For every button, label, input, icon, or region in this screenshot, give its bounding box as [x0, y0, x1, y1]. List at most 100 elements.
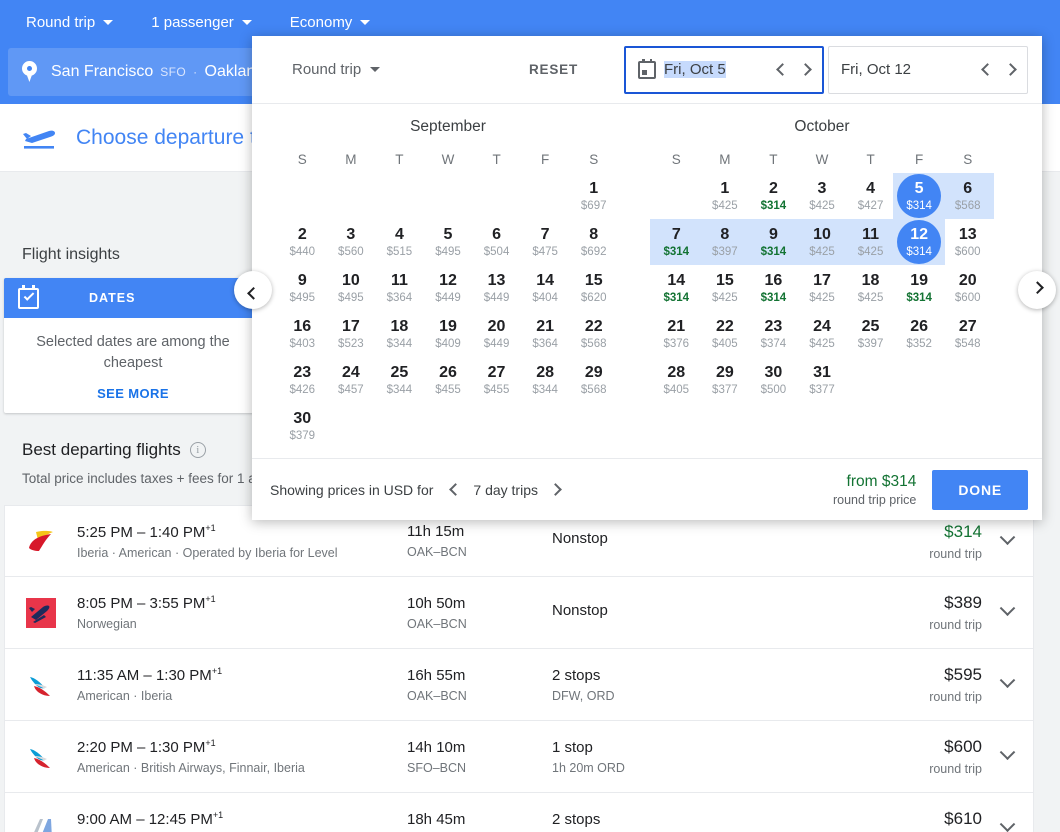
reset-button[interactable]: RESET [529, 62, 578, 77]
calendar-day-2[interactable]: 2 $440 [278, 219, 327, 265]
calendar-day-16[interactable]: 16 $403 [278, 311, 327, 357]
calendar-day-27[interactable]: 27 $455 [472, 357, 521, 403]
calendar-day-11[interactable]: 11 $425 [844, 219, 897, 265]
departure-next-day-button[interactable] [799, 63, 812, 76]
calendar-day-13[interactable]: 13 $600 [943, 219, 992, 265]
calendar-day-26[interactable]: 26 $352 [895, 311, 944, 357]
calendar-day-10[interactable]: 10 $495 [327, 265, 376, 311]
calendar-day-23[interactable]: 23 $426 [278, 357, 327, 403]
calendar-day-31[interactable]: 31 $377 [798, 357, 847, 403]
flight-result-row[interactable]: 8:05 PM – 3:55 PM+1 Norwegian 10h 50m OAK–B… [4, 577, 1034, 649]
calendar-day-number: 1 [720, 180, 730, 198]
trip-type-selector[interactable]: Round trip [16, 8, 123, 37]
calendar-day-18[interactable]: 18 $344 [375, 311, 424, 357]
calendar-day-9[interactable]: 9 $495 [278, 265, 327, 311]
calendar-day-4[interactable]: 4 $427 [846, 173, 895, 219]
calendar-day-3[interactable]: 3 $425 [798, 173, 847, 219]
calendar-day-6[interactable]: 6 $568 [941, 173, 994, 219]
next-page-button[interactable] [1018, 271, 1056, 309]
calendar-day-5[interactable]: 5 $495 [424, 219, 473, 265]
calendar-day-15[interactable]: 15 $620 [569, 265, 618, 311]
calendar-day-19[interactable]: 19 $314 [895, 265, 944, 311]
departure-prev-day-button[interactable] [776, 63, 789, 76]
calendar-day-22[interactable]: 22 $568 [569, 311, 618, 357]
calendar-day-17[interactable]: 17 $425 [798, 265, 847, 311]
chevron-down-icon [370, 67, 381, 72]
flight-result-row[interactable]: 11:35 AM – 1:30 PM+1 American · Iberia 16h… [4, 649, 1034, 721]
calendar-day-27[interactable]: 27 $548 [943, 311, 992, 357]
passenger-selector[interactable]: 1 passenger [141, 8, 262, 37]
info-icon[interactable]: i [189, 442, 206, 458]
american-logo [26, 742, 56, 772]
departure-date-input[interactable]: Fri, Oct 5 [624, 45, 824, 94]
calendar-day-7[interactable]: 7 $475 [521, 219, 570, 265]
expand-flight-button[interactable] [982, 600, 1033, 618]
trip-length-next-button[interactable] [549, 483, 562, 496]
calendar-day-6[interactable]: 6 $504 [472, 219, 521, 265]
calendar-day-24[interactable]: 24 $457 [327, 357, 376, 403]
calendar-day-3[interactable]: 3 $560 [327, 219, 376, 265]
calendar-day-29[interactable]: 29 $568 [569, 357, 618, 403]
calendar-day-4[interactable]: 4 $515 [375, 219, 424, 265]
calendar-day-12[interactable]: 12 $449 [424, 265, 473, 311]
calendar-day-8[interactable]: 8 $397 [698, 219, 751, 265]
calendar-day-8[interactable]: 8 $692 [569, 219, 618, 265]
return-date-input[interactable]: Fri, Oct 12 [828, 45, 1028, 94]
calendar-day-15[interactable]: 15 $425 [701, 265, 750, 311]
previous-page-button[interactable] [234, 271, 272, 309]
date-picker-trip-type-selector[interactable]: Round trip [292, 61, 381, 78]
calendar-day-7[interactable]: 7 $314 [650, 219, 703, 265]
trip-length-prev-button[interactable] [449, 483, 463, 496]
flight-result-row[interactable]: 2:20 PM – 1:30 PM+1 American · British Ai… [4, 721, 1034, 793]
calendar-day-28[interactable]: 28 $405 [652, 357, 701, 403]
return-prev-day-button[interactable] [981, 63, 994, 76]
calendar-day-1[interactable]: 1 $697 [569, 173, 618, 219]
calendar-day-24[interactable]: 24 $425 [798, 311, 847, 357]
calendar-day-16[interactable]: 16 $314 [749, 265, 798, 311]
done-button[interactable]: DONE [932, 469, 1028, 510]
calendar-day-26[interactable]: 26 $455 [424, 357, 473, 403]
calendar-day-28[interactable]: 28 $344 [521, 357, 570, 403]
calendar-day-19[interactable]: 19 $409 [424, 311, 473, 357]
calendar-day-14[interactable]: 14 $314 [652, 265, 701, 311]
calendar-day-18[interactable]: 18 $425 [846, 265, 895, 311]
expand-flight-button[interactable] [982, 744, 1033, 762]
calendar-day-empty [472, 173, 521, 219]
cabin-class-selector[interactable]: Economy [280, 8, 381, 37]
calendar-day-23[interactable]: 23 $374 [749, 311, 798, 357]
return-next-day-button[interactable] [1004, 63, 1017, 76]
calendar-day-13[interactable]: 13 $449 [472, 265, 521, 311]
calendar-day-1[interactable]: 1 $425 [701, 173, 750, 219]
see-more-link[interactable]: SEE MORE [18, 386, 248, 401]
calendar-week-row: 7 $314 8 $397 9 $314 10 $425 11 $425 12 $314 13 $600 [650, 219, 992, 265]
calendar-day-12[interactable]: 12 $314 [892, 219, 945, 265]
calendar-day-10[interactable]: 10 $425 [795, 219, 848, 265]
insights-card-header[interactable]: DATES [4, 278, 262, 318]
expand-flight-button[interactable] [982, 816, 1033, 832]
calendar-day-9[interactable]: 9 $314 [747, 219, 800, 265]
calendar-day-17[interactable]: 17 $523 [327, 311, 376, 357]
calendar-day-number: 4 [394, 226, 404, 244]
flight-result-row[interactable]: 9:00 AM – 12:45 PM+1Alaska, British Airw… [4, 793, 1034, 832]
expand-flight-button[interactable] [982, 672, 1033, 690]
calendar-day-30[interactable]: 30 $379 [278, 403, 327, 449]
calendar-day-29[interactable]: 29 $377 [701, 357, 750, 403]
calendar-day-30[interactable]: 30 $500 [749, 357, 798, 403]
calendar-day-25[interactable]: 25 $397 [846, 311, 895, 357]
calendar-day-price: $404 [532, 291, 558, 304]
calendar-day-5[interactable]: 5 $314 [892, 173, 945, 219]
calendar-day-11[interactable]: 11 $364 [375, 265, 424, 311]
calendar-day-21[interactable]: 21 $376 [652, 311, 701, 357]
expand-flight-button[interactable] [982, 528, 1033, 547]
calendar-day-21[interactable]: 21 $364 [521, 311, 570, 357]
calendar-day-14[interactable]: 14 $404 [521, 265, 570, 311]
calendar-icon [638, 58, 656, 79]
calendar-day-20[interactable]: 20 $600 [943, 265, 992, 311]
calendar-day-22[interactable]: 22 $405 [701, 311, 750, 357]
calendar-day-2[interactable]: 2 $314 [749, 173, 798, 219]
calendar-weekday-label: M [345, 152, 357, 167]
calendar-day-number: 18 [861, 272, 880, 290]
date-picker-dialog: Round trip RESET Fri, Oct 5 Fri, Oct 12 [252, 36, 1042, 520]
calendar-day-20[interactable]: 20 $449 [472, 311, 521, 357]
calendar-day-25[interactable]: 25 $344 [375, 357, 424, 403]
